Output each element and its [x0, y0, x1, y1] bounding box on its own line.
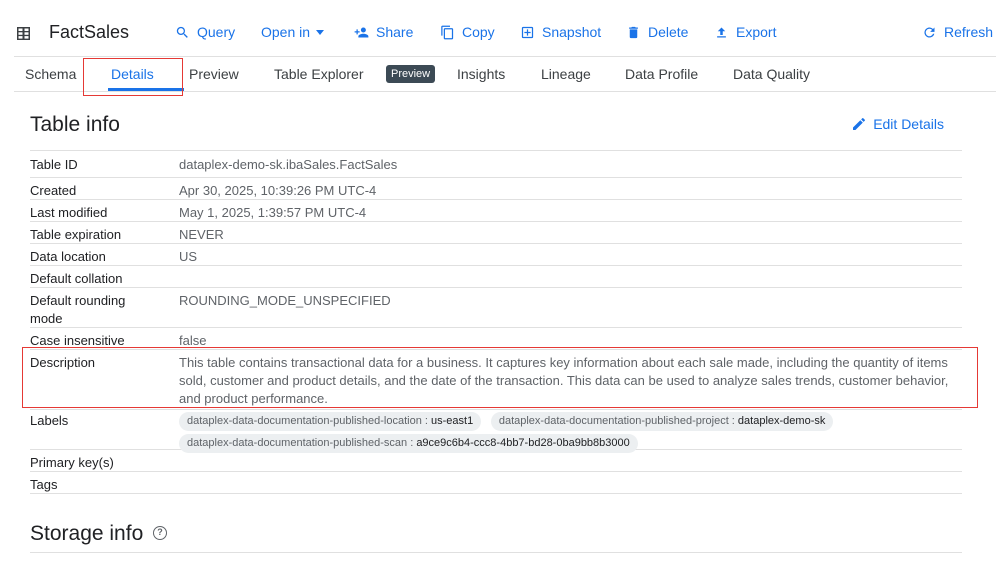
open-in-button[interactable]: Open in	[261, 24, 325, 40]
snapshot-label: Snapshot	[542, 24, 602, 40]
refresh-icon	[924, 27, 935, 38]
table-info-list: Table ID dataplex-demo-sk.ibaSales.FactS…	[30, 150, 962, 494]
info-key: Data location	[30, 249, 106, 264]
delete-button[interactable]: Delete	[626, 24, 688, 40]
info-row: Default rounding mode ROUNDING_MODE_UNSP…	[30, 288, 962, 328]
edit-details-label: Edit Details	[873, 116, 944, 132]
info-key: Primary key(s)	[30, 455, 114, 470]
info-row: Table expiration NEVER	[30, 222, 962, 244]
pencil-icon	[853, 118, 866, 130]
info-value: US	[179, 249, 198, 264]
query-label: Query	[197, 24, 236, 40]
upload-icon	[717, 27, 726, 37]
description-highlight	[22, 347, 978, 408]
tab-preview[interactable]: Preview	[189, 66, 239, 82]
info-row: Data location US	[30, 244, 962, 266]
tab-insights[interactable]: Insights	[457, 66, 505, 82]
info-row: Last modified May 1, 2025, 1:39:57 PM UT…	[30, 200, 962, 222]
table-icon	[17, 27, 30, 40]
export-label: Export	[736, 24, 777, 40]
info-value: Apr 30, 2025, 10:39:26 PM UTC-4	[179, 183, 377, 198]
copy-button[interactable]: Copy	[440, 24, 495, 40]
info-value: NEVER	[179, 227, 224, 242]
info-key: Labels	[30, 413, 69, 428]
toolbar: FactSales Query Open in Share Copy Snaps…	[0, 0, 998, 56]
storage-info-title: Storage info	[30, 522, 144, 545]
info-value: May 1, 2025, 1:39:57 PM UTC-4	[179, 205, 367, 220]
search-icon	[176, 26, 188, 38]
table-info-title: Table info	[30, 113, 120, 136]
tab-data-quality[interactable]: Data Quality	[733, 66, 810, 82]
tab-schema[interactable]: Schema	[25, 66, 76, 82]
copy-label: Copy	[462, 24, 495, 40]
info-row-labels: Labels dataplex-data-documentation-publi…	[30, 410, 962, 453]
chevron-down-icon	[316, 29, 325, 35]
info-key: Table ID	[30, 157, 78, 172]
refresh-button[interactable]: Refresh	[922, 24, 993, 40]
help-icon[interactable]: ?	[153, 526, 167, 540]
snapshot-icon	[521, 26, 534, 38]
copy-icon	[441, 25, 454, 39]
snapshot-button[interactable]: Snapshot	[520, 24, 601, 40]
info-key: Default collation	[30, 271, 123, 286]
info-value: dataplex-demo-sk.ibaSales.FactSales	[179, 157, 398, 172]
info-row: Created Apr 30, 2025, 10:39:26 PM UTC-4	[30, 178, 962, 200]
tab-lineage[interactable]: Lineage	[541, 66, 591, 82]
label-chip: dataplex-data-documentation-published-lo…	[179, 412, 482, 431]
refresh-label: Refresh	[944, 24, 994, 40]
export-button[interactable]: Export	[714, 24, 776, 40]
table-title: FactSales	[49, 22, 130, 42]
open-in-label: Open in	[261, 24, 311, 40]
edit-details-button[interactable]: Edit Details	[851, 116, 944, 132]
share-label: Share	[376, 24, 414, 40]
info-key: Created	[30, 183, 77, 198]
info-row: Primary key(s)	[30, 450, 962, 472]
tab-table-explorer[interactable]: Table Explorer	[274, 66, 364, 82]
share-button[interactable]: Share	[354, 24, 413, 40]
info-row: Tags	[30, 472, 962, 494]
add-person-icon	[354, 27, 369, 37]
query-button[interactable]: Query	[175, 24, 235, 40]
delete-label: Delete	[648, 24, 689, 40]
info-row: Default collation	[30, 266, 962, 288]
details-tab-highlight	[83, 58, 183, 96]
divider	[30, 552, 962, 553]
info-key: Table expiration	[30, 227, 122, 242]
info-key: Tags	[30, 477, 58, 492]
label-chip: dataplex-data-documentation-published-pr…	[490, 412, 834, 431]
info-value: ROUNDING_MODE_UNSPECIFIED	[179, 293, 391, 308]
info-row: Table ID dataplex-demo-sk.ibaSales.FactS…	[30, 151, 962, 178]
tab-data-profile[interactable]: Data Profile	[625, 66, 698, 82]
preview-badge: Preview	[386, 65, 436, 83]
info-key: Last modified	[30, 205, 108, 220]
trash-icon	[629, 26, 638, 38]
info-key: Default rounding mode	[30, 293, 126, 326]
